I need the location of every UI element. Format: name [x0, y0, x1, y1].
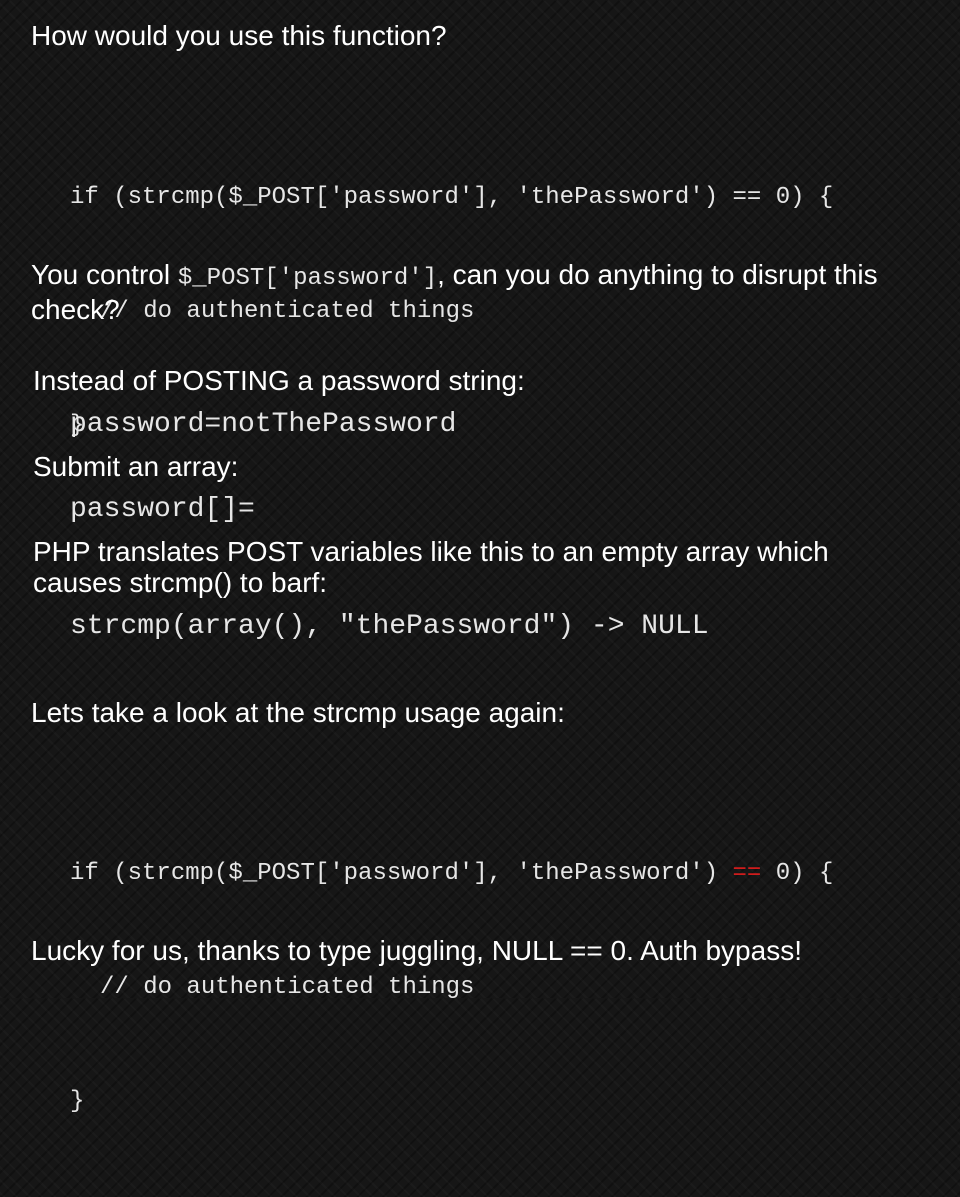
code-line: if (strcmp($_POST['password'], 'thePassw…	[70, 184, 834, 211]
instead-label: Instead of POSTING a password string:	[33, 365, 525, 396]
instead-code: password=notThePassword	[70, 409, 457, 440]
code-line-close: }	[70, 1088, 85, 1115]
php-code: strcmp(array(), "thePassword") -> NULL	[70, 611, 709, 642]
submit-label: Submit an array:	[33, 451, 239, 482]
equality-operator-highlight: ==	[732, 860, 762, 887]
submit-code: password[]=	[70, 494, 255, 525]
control-prefix: You control	[31, 259, 178, 290]
code-block-highlighted: if (strcmp($_POST['password'], 'thePassw…	[70, 779, 833, 1197]
code-line-post: 0) {	[761, 860, 834, 887]
php-explanation: PHP translates POST variables like this …	[33, 536, 829, 598]
control-inline-code: $_POST['password']	[177, 265, 438, 292]
code-line: if (strcmp($_POST['password'], 'thePassw…	[70, 855, 833, 893]
conclusion: Lucky for us, thanks to type juggling, N…	[31, 935, 802, 966]
slide: How would you use this function? if (str…	[0, 0, 960, 1115]
look-again-heading: Lets take a look at the strcmp usage aga…	[31, 697, 565, 728]
code-line-comment: // do authenticated things	[100, 974, 475, 1001]
code-line-pre: if (strcmp($_POST['password'], 'thePassw…	[70, 860, 733, 887]
control-question: You control $_POST['password'], can you …	[31, 259, 911, 325]
question-heading: How would you use this function?	[31, 20, 447, 51]
